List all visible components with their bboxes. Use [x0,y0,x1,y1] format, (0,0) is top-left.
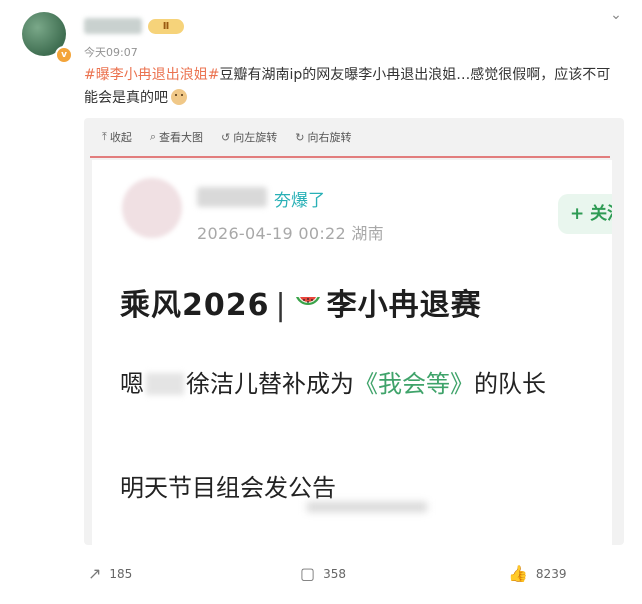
dog-emoji-icon [171,89,187,105]
blurred-text [146,373,184,395]
share-button[interactable]: ↗ 185 [88,564,132,583]
like-count: 8239 [535,566,567,581]
screenshot-avatar [122,178,182,238]
line1-d: 的队长 [474,370,546,398]
username[interactable] [84,18,142,34]
action-bar: ↗ 185 ▢ 358 👍 8239 [0,560,642,588]
comment-icon: ▢ [300,564,316,583]
screenshot-bottom-blur [307,502,427,512]
share-count: 185 [109,566,133,581]
collapse-button[interactable]: ⤒ 收起 [102,129,132,145]
screenshot-line-2: 明天节目组会发公告 [120,474,336,502]
vip-badge: Ⅱ [148,19,184,34]
line1-link: 《我会等》 [354,370,474,398]
chevron-down-icon[interactable]: ⌄ [606,5,626,25]
title-suffix: 李小冉退赛 [326,288,482,323]
screenshot-line-1: 嗯 徐洁儿替补成为《我会等》的队长 [120,364,546,399]
rotate-right-button[interactable]: ↻ 向右旋转 [295,129,351,145]
toolbar-divider [90,156,610,158]
post-time[interactable]: 今天09:07 [84,44,138,60]
hashtag-link[interactable]: #曝李小冉退出浪姐# [84,67,219,83]
view-large-button[interactable]: ⌕ 查看大图 [150,129,203,145]
verified-icon: v [55,46,73,64]
screenshot-badge: 夯爆了 [274,191,325,211]
media-viewer: ⤒ 收起 ⌕ 查看大图 ↺ 向左旋转 ↻ 向右旋转 夯爆了 2026-04-19 00:… [84,118,624,545]
share-icon: ↗ [88,564,102,583]
rotate-right-label: 向右旋转 [307,131,352,144]
title-separator: | [275,288,287,323]
thumbs-up-icon: 👍 [508,564,528,583]
collapse-icon: ⤒ [102,130,107,143]
rotate-right-icon: ↻ [295,130,305,144]
screenshot-follow-button: + 关注 [558,194,612,234]
collapse-label: 收起 [109,131,132,144]
rotate-left-icon: ↺ [221,130,231,144]
watermelon-icon [295,297,320,305]
post-text: #曝李小冉退出浪姐#豆瓣有湖南ip的网友曝李小冉退出浪姐…感觉很假啊，应该不可能… [84,64,624,110]
line1-a: 嗯 [120,370,144,398]
line1-b: 徐洁儿替补成为 [186,370,354,398]
comment-button[interactable]: ▢ 358 [300,564,346,583]
rotate-left-button[interactable]: ↺ 向左旋转 [221,129,277,145]
embedded-screenshot[interactable]: 夯爆了 2026-04-19 00:22 湖南 + 关注 乘风2026| 李小冉… [92,160,612,545]
screenshot-title: 乘风2026 | 李小冉退赛 [120,280,482,324]
like-button[interactable]: 👍 8239 [508,564,566,583]
comment-count: 358 [323,566,347,581]
view-large-label: 查看大图 [159,131,204,144]
search-icon: ⌕ [149,130,157,143]
screenshot-date: 2026-04-19 00:22 湖南 [197,224,384,243]
image-toolbar: ⤒ 收起 ⌕ 查看大图 ↺ 向左旋转 ↻ 向右旋转 [102,128,351,146]
screenshot-username [197,187,267,207]
title-prefix: 乘风2026 [120,288,270,323]
rotate-left-label: 向左旋转 [233,131,278,144]
